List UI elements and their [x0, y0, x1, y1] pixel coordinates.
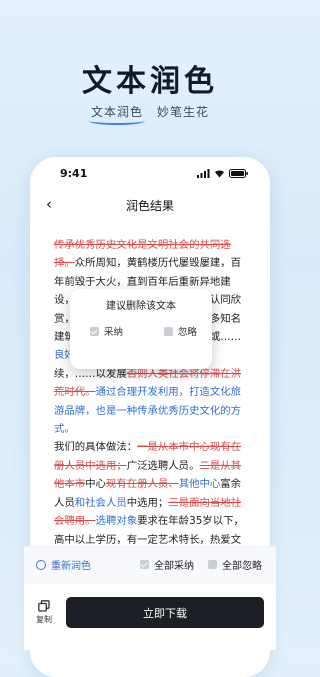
wifi-icon: [215, 170, 224, 178]
ignore-label: 忽略: [178, 327, 198, 338]
ignore-button[interactable]: 忽略: [164, 322, 197, 340]
page-title: 润色结果: [125, 199, 174, 213]
battery-icon: [229, 169, 248, 178]
body-text: ……: [74, 367, 96, 380]
inserted-text[interactable]: 选聘对象: [96, 515, 138, 527]
refresh-icon: [36, 559, 46, 570]
action-bar: 重新润色 全部采纳 全部忽略: [24, 546, 276, 585]
accept-label: 采纳: [104, 327, 124, 338]
suggestion-dialog: 建议删除该文本 采纳 忽略: [70, 289, 212, 369]
body-text: 广泛选聘人员。: [126, 459, 200, 472]
status-icons: [197, 169, 248, 178]
deleted-text[interactable]: 现有在册人员、: [106, 478, 179, 490]
body-text: 中心: [85, 478, 106, 491]
ignore-all-label: 全部忽略: [222, 561, 262, 572]
copy-button[interactable]: 复制: [32, 600, 56, 625]
hero-subtitle-left: 文本润色: [88, 105, 146, 125]
accept-button[interactable]: 采纳: [90, 322, 123, 340]
ignore-icon: [164, 326, 173, 336]
repolish-label: 重新润色: [51, 561, 91, 572]
bottom-bar: 复制 立即下载: [24, 584, 276, 650]
accept-all-button[interactable]: 全部采纳: [140, 557, 194, 572]
status-bar: 9:41: [30, 167, 270, 183]
hero-subtitle-right: 妙笔生花: [157, 105, 210, 119]
accept-all-label: 全部采纳: [154, 561, 194, 572]
body-text: 以发展: [95, 367, 127, 380]
body-text: 我们的具体做法：: [54, 441, 138, 454]
hero-subtitle: 文本润色 妙笔生花: [0, 103, 300, 125]
copy-label: 复制: [36, 615, 52, 624]
copy-icon: [38, 600, 50, 612]
download-button[interactable]: 立即下载: [66, 597, 264, 628]
inserted-text[interactable]: 和社会人员: [75, 497, 127, 509]
download-label: 立即下载: [143, 606, 187, 620]
ignore-icon: [208, 560, 217, 569]
checkbox-icon: [90, 326, 99, 336]
dialog-title: 建议删除该文本: [106, 301, 176, 312]
hero-title: 文本润色: [82, 64, 218, 99]
inserted-text[interactable]: 其他中心: [179, 478, 221, 490]
ignore-all-button[interactable]: 全部忽略: [208, 557, 262, 572]
signal-icon: [197, 169, 210, 178]
repolish-button[interactable]: 重新润色: [36, 557, 91, 572]
body-text: ……: [220, 331, 242, 344]
status-time: 9:41: [60, 167, 88, 180]
body-text: 中选用；: [126, 496, 169, 509]
nav-bar: ‹ 润色结果: [30, 195, 270, 217]
checkbox-icon: [140, 560, 149, 569]
